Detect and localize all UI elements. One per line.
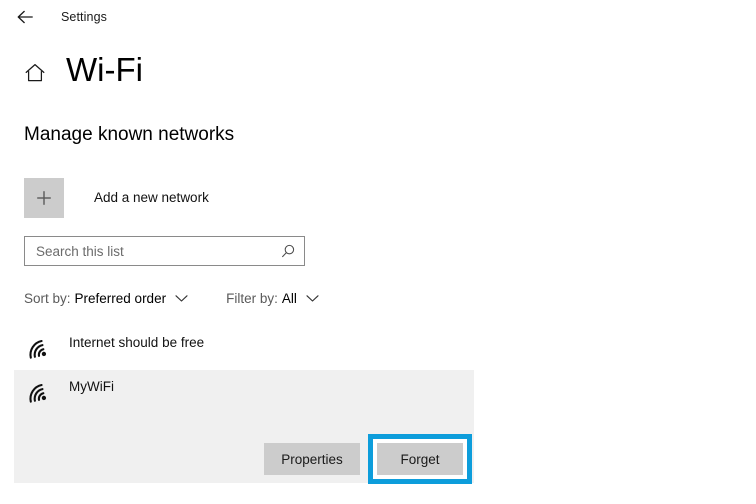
network-row-header: Internet should be free [14,326,204,370]
filter-by-value: All [281,291,297,306]
network-row-header: MyWiFi [14,370,114,414]
chevron-down-icon [175,290,188,308]
network-list-item[interactable]: Internet should be free [14,326,474,370]
home-icon[interactable] [23,61,47,85]
title-bar: Settings [0,0,756,34]
sort-by-dropdown[interactable]: Sort by: Preferred order [24,289,188,309]
wifi-icon [24,333,56,363]
add-network-label: Add a new network [94,190,209,205]
filter-by-dropdown[interactable]: Filter by: All [226,289,319,309]
search-icon[interactable] [273,237,304,265]
network-list-item-selected[interactable]: MyWiFi Properties Forget [14,370,474,484]
window-title: Settings [61,10,107,24]
plus-icon [24,178,64,218]
known-networks-list: Internet should be free MyWiFi Propertie… [14,326,474,484]
back-button[interactable] [10,3,40,31]
wifi-icon [24,377,56,407]
page-header: Wi-Fi [0,48,756,96]
search-input[interactable] [25,237,273,265]
filter-by-label: Filter by: [226,291,278,306]
network-name: MyWiFi [69,379,114,394]
network-action-buttons: Properties Forget [264,434,472,484]
page-title: Wi-Fi [66,51,143,88]
search-box[interactable] [24,236,305,266]
back-arrow-icon [15,7,35,27]
forget-button-highlight: Forget [368,434,472,484]
forget-button[interactable]: Forget [377,443,463,475]
sort-filter-row: Sort by: Preferred order Filter by: All [24,289,319,309]
section-heading: Manage known networks [24,124,235,145]
sort-by-label: Sort by: [24,291,71,306]
add-network-button[interactable]: Add a new network [24,178,209,218]
chevron-down-icon [306,290,319,308]
properties-button[interactable]: Properties [264,443,360,475]
network-name: Internet should be free [69,335,205,350]
sort-by-value: Preferred order [74,291,167,306]
